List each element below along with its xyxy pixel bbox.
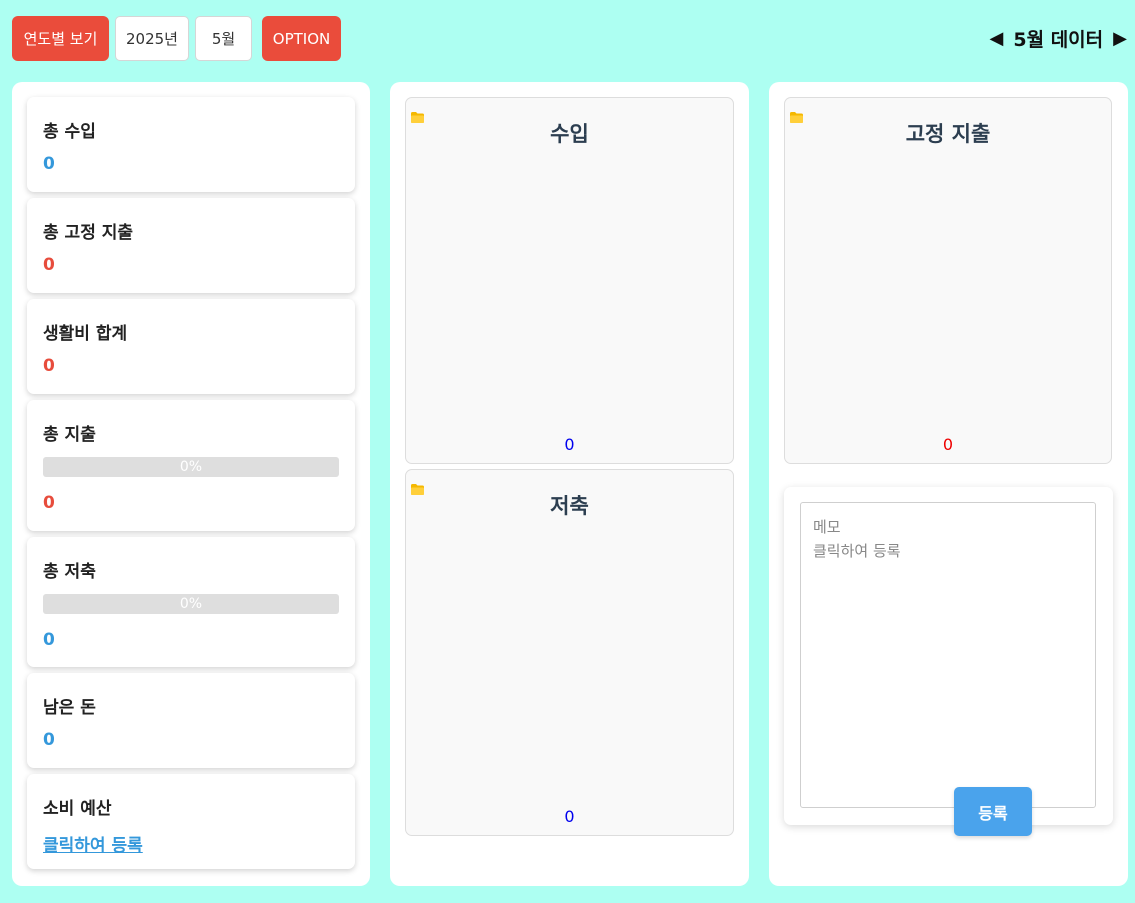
expense-progress-bar: 0% — [43, 457, 339, 477]
living-total-label: 생활비 합계 — [43, 324, 128, 344]
total-fixed-value: 0 — [43, 255, 55, 275]
total-expense-value: 0 — [43, 493, 55, 513]
fixed-memo-column: 고정 지출 0 메모 클릭하여 등록 등록 — [769, 82, 1128, 886]
month-select[interactable]: 5월 — [195, 16, 252, 61]
month-title: 5월 데이터 — [1013, 29, 1104, 51]
income-saving-column: 수입 0 저축 0 — [390, 82, 749, 886]
total-expense-card: 총 지출 0% 0 — [27, 400, 355, 531]
total-saving-card: 총 저축 0% 0 — [27, 537, 355, 667]
income-title: 수입 — [550, 122, 589, 146]
income-panel[interactable]: 수입 0 — [405, 97, 734, 464]
top-toolbar: 연도별 보기 2025년 5월 OPTION ◀ 5월 데이터 ▶ — [12, 16, 1127, 61]
fixed-expense-panel[interactable]: 고정 지출 0 — [784, 97, 1112, 464]
budget-card: 소비 예산 클릭하여 등록 — [27, 774, 355, 869]
prev-month-icon[interactable]: ◀ — [990, 28, 1004, 49]
total-income-label: 총 수입 — [43, 122, 96, 142]
saving-progress-bar: 0% — [43, 594, 339, 614]
fixed-expense-total: 0 — [942, 435, 954, 454]
next-month-icon[interactable]: ▶ — [1113, 28, 1127, 49]
summary-column: 총 수입 0 총 고정 지출 0 생활비 합계 0 총 지출 0% 0 총 저축… — [12, 82, 370, 886]
remaining-value: 0 — [43, 730, 55, 750]
living-total-card: 생활비 합계 0 — [27, 299, 355, 394]
total-income-card: 총 수입 0 — [27, 97, 355, 192]
remaining-card: 남은 돈 0 — [27, 673, 355, 768]
memo-card: 메모 클릭하여 등록 등록 — [784, 487, 1113, 836]
budget-register-link[interactable]: 클릭하여 등록 — [43, 831, 143, 856]
option-button[interactable]: OPTION — [262, 16, 341, 61]
total-fixed-card: 총 고정 지출 0 — [27, 198, 355, 293]
total-saving-value: 0 — [43, 630, 55, 650]
month-navigation: ◀ 5월 데이터 ▶ — [990, 16, 1127, 61]
saving-panel[interactable]: 저축 0 — [405, 469, 734, 836]
saving-title: 저축 — [550, 494, 589, 518]
total-income-value: 0 — [43, 154, 55, 174]
total-expense-label: 총 지출 — [43, 425, 96, 445]
fixed-expense-title: 고정 지출 — [905, 122, 991, 146]
living-total-value: 0 — [43, 356, 55, 376]
income-total: 0 — [564, 435, 575, 454]
remaining-label: 남은 돈 — [43, 698, 96, 718]
budget-label: 소비 예산 — [43, 799, 112, 819]
saving-total: 0 — [564, 807, 575, 826]
memo-textarea[interactable]: 메모 클릭하여 등록 — [800, 502, 1096, 808]
total-fixed-label: 총 고정 지출 — [43, 223, 134, 243]
year-select[interactable]: 2025년 — [115, 16, 189, 61]
yearly-view-button[interactable]: 연도별 보기 — [12, 16, 109, 61]
total-saving-label: 총 저축 — [43, 562, 96, 582]
memo-submit-button[interactable]: 등록 — [954, 787, 1032, 836]
